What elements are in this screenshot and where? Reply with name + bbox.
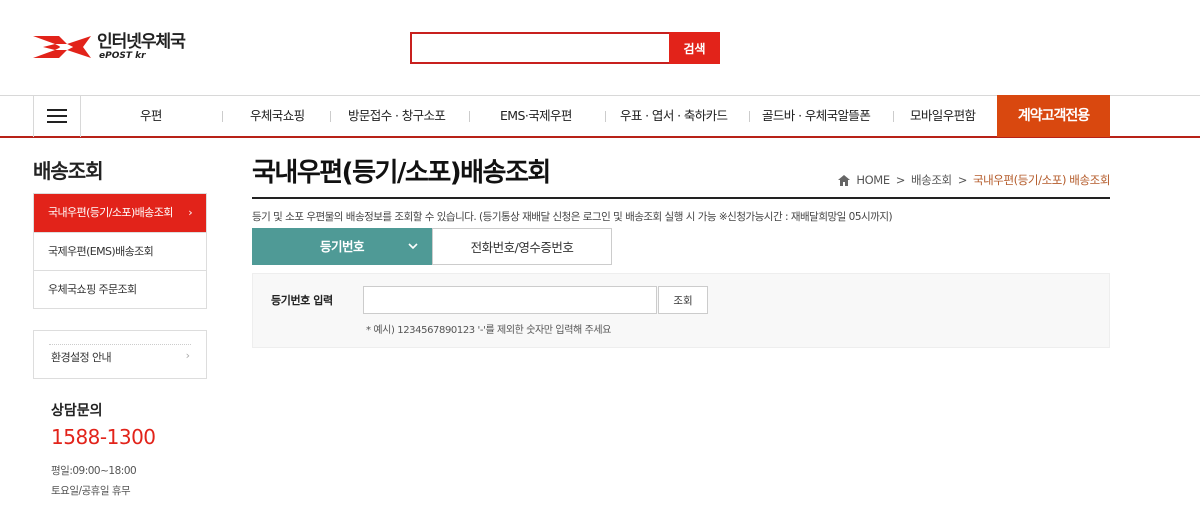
nav-item-shopping[interactable]: 우체국쇼핑 bbox=[250, 96, 305, 136]
sidebar-item-shopping-order[interactable]: 우체국쇼핑 주문조회 bbox=[34, 270, 206, 308]
nav-item-mobile-mailbox[interactable]: 모바일우편함 bbox=[910, 96, 976, 136]
nav-item-goldbar[interactable]: 골드바 · 우체국알뜰폰 bbox=[762, 96, 871, 136]
home-icon bbox=[838, 174, 851, 186]
logo-title: 인터넷우체국 bbox=[97, 31, 186, 52]
logo[interactable]: 인터넷우체국 ePOST kr bbox=[33, 30, 186, 64]
search-type-tabs: 등기번호 전화번호/영수증번호 bbox=[252, 228, 612, 265]
consult-hours-weekday: 평일:09:00~18:00 bbox=[51, 465, 137, 477]
logo-subtitle: ePOST kr bbox=[99, 50, 146, 61]
tracking-form: 등기번호 입력 조회 * 예시) 1234567890123 '-'를 제외한 … bbox=[252, 273, 1110, 348]
sidebar-item-label: 우체국쇼핑 주문조회 bbox=[48, 283, 137, 296]
chevron-right-icon: › bbox=[185, 349, 190, 362]
consult-title: 상담문의 bbox=[51, 403, 103, 419]
nav-separator bbox=[605, 111, 606, 122]
search-button[interactable]: 검색 bbox=[669, 32, 720, 64]
nav-item-visit-pickup[interactable]: 방문접수 · 창구소포 bbox=[348, 96, 446, 136]
nav-separator bbox=[222, 111, 223, 122]
sidebar-item-label: 국제우편(EMS)배송조회 bbox=[48, 245, 154, 258]
breadcrumb: HOME > 배송조회 > 국내우편(등기/소포) 배송조회 bbox=[838, 172, 1110, 188]
sidebar-title: 배송조회 bbox=[33, 159, 104, 183]
nav-separator bbox=[469, 111, 470, 122]
tab-phone-receipt-number[interactable]: 전화번호/영수증번호 bbox=[432, 228, 612, 265]
breadcrumb-level1[interactable]: 배송조회 bbox=[911, 172, 952, 188]
tab-label: 전화번호/영수증번호 bbox=[470, 240, 574, 255]
tab-registration-number[interactable]: 등기번호 bbox=[252, 228, 432, 265]
tracking-number-hint: * 예시) 1234567890123 '-'를 제외한 숫자만 입력해 주세요 bbox=[366, 325, 611, 336]
main-nav: 우편 우체국쇼핑 방문접수 · 창구소포 EMS·국제우편 우표 · 엽서 · … bbox=[0, 95, 1200, 138]
nav-separator bbox=[893, 111, 894, 122]
page-title: 국내우편(등기/소포)배송조회 bbox=[252, 158, 551, 188]
breadcrumb-current: 국내우편(등기/소포) 배송조회 bbox=[972, 173, 1110, 187]
breadcrumb-separator: > bbox=[957, 173, 968, 187]
nav-item-post[interactable]: 우편 bbox=[140, 96, 162, 136]
env-settings-label: 환경설정 안내 bbox=[51, 351, 112, 364]
chevron-right-icon: › bbox=[188, 206, 192, 219]
tab-label: 등기번호 bbox=[319, 239, 365, 254]
hamburger-menu-icon[interactable] bbox=[33, 95, 81, 137]
sidebar-item-ems-tracking[interactable]: 국제우편(EMS)배송조회 bbox=[34, 232, 206, 270]
track-button[interactable]: 조회 bbox=[658, 286, 708, 314]
nav-separator bbox=[330, 111, 331, 122]
search-input[interactable] bbox=[410, 32, 669, 64]
nav-contract-customer-button[interactable]: 계약고객전용 bbox=[997, 95, 1110, 137]
tracking-number-label: 등기번호 입력 bbox=[271, 294, 333, 307]
breadcrumb-separator: > bbox=[895, 173, 906, 187]
epost-logo-icon bbox=[33, 36, 91, 58]
title-divider bbox=[252, 197, 1110, 199]
nav-item-ems[interactable]: EMS·국제우편 bbox=[500, 96, 572, 136]
breadcrumb-home[interactable]: HOME bbox=[856, 173, 890, 187]
env-settings-link[interactable]: 환경설정 안내 › bbox=[33, 330, 207, 379]
sidebar-item-domestic-tracking[interactable]: 국내우편(등기/소포)배송조회 › bbox=[34, 194, 206, 232]
sidebar-item-label: 국내우편(등기/소포)배송조회 bbox=[48, 206, 173, 219]
consult-phone: 1588-1300 bbox=[51, 425, 156, 449]
dotted-divider bbox=[49, 344, 191, 345]
nav-item-stamps[interactable]: 우표 · 엽서 · 축하카드 bbox=[620, 96, 728, 136]
consult-hours-weekend: 토요일/공휴일 휴무 bbox=[51, 485, 131, 497]
sidebar-menu: 국내우편(등기/소포)배송조회 › 국제우편(EMS)배송조회 우체국쇼핑 주문… bbox=[33, 193, 207, 309]
tracking-number-input[interactable] bbox=[363, 286, 657, 314]
search-box: 검색 bbox=[410, 32, 720, 64]
nav-separator bbox=[749, 111, 750, 122]
chevron-down-icon bbox=[408, 243, 418, 250]
page-description: 등기 및 소포 우편물의 배송정보를 조회할 수 있습니다. (등기통상 재배달… bbox=[252, 211, 893, 223]
